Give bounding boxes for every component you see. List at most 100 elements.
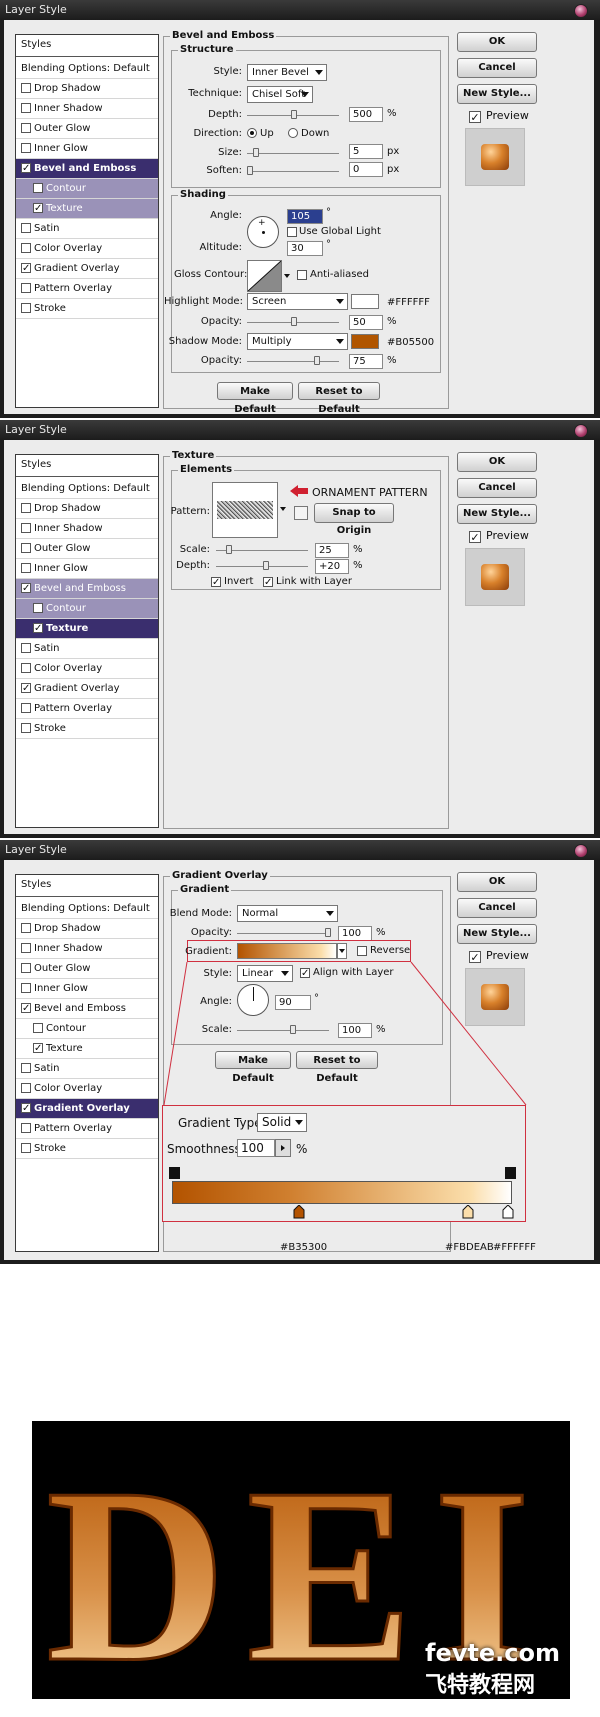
gradient-preview[interactable] xyxy=(237,943,337,959)
ok-button[interactable]: OK xyxy=(457,32,537,52)
style-item-outer-glow[interactable]: Outer Glow xyxy=(16,959,158,979)
style-checkbox[interactable] xyxy=(21,283,31,293)
style-item-pattern-overlay[interactable]: Pattern Overlay xyxy=(16,699,158,719)
style-item-pattern-overlay[interactable]: Pattern Overlay xyxy=(16,1119,158,1139)
style-checkbox[interactable] xyxy=(21,983,31,993)
style-item-texture[interactable]: ✓ Texture xyxy=(16,1039,158,1059)
style-item-blending-options-default[interactable]: Blending Options: Default xyxy=(16,59,158,79)
cancel-button[interactable]: Cancel xyxy=(457,898,537,918)
style-checkbox[interactable] xyxy=(21,563,31,573)
highlight-mode-select[interactable]: Screen xyxy=(247,293,348,310)
style-item-blending-options-default[interactable]: Blending Options: Default xyxy=(16,479,158,499)
scale-input[interactable]: 25 xyxy=(315,543,349,558)
blend-mode-select[interactable]: Normal xyxy=(237,905,338,922)
altitude-input[interactable]: 30 xyxy=(287,241,323,256)
anti-aliased-checkbox[interactable] xyxy=(297,270,307,280)
highlight-opacity-input[interactable]: 50 xyxy=(349,315,383,330)
color-stop-mid-icon[interactable] xyxy=(462,1205,474,1219)
style-item-bevel-and-emboss[interactable]: ✓ Bevel and Emboss xyxy=(16,579,158,599)
style-item-satin[interactable]: Satin xyxy=(16,639,158,659)
style-checkbox[interactable] xyxy=(21,703,31,713)
style-checkbox[interactable] xyxy=(21,103,31,113)
new-style-button[interactable]: New Style... xyxy=(457,84,537,104)
style-item-inner-glow[interactable]: Inner Glow xyxy=(16,139,158,159)
style-checkbox[interactable] xyxy=(21,1063,31,1073)
size-input[interactable]: 5 xyxy=(349,144,383,159)
depth-slider-handle[interactable] xyxy=(291,110,297,119)
close-icon[interactable] xyxy=(574,424,588,438)
highlight-color-swatch[interactable] xyxy=(351,294,379,309)
shadow-opacity-input[interactable]: 75 xyxy=(349,354,383,369)
style-checkbox[interactable]: ✓ xyxy=(21,163,31,174)
style-checkbox[interactable]: ✓ xyxy=(21,1003,31,1014)
style-checkbox[interactable] xyxy=(21,723,31,733)
style-checkbox[interactable] xyxy=(21,1083,31,1093)
global-light-checkbox[interactable] xyxy=(287,227,297,237)
style-checkbox[interactable] xyxy=(21,943,31,953)
style-checkbox[interactable] xyxy=(21,543,31,553)
opacity-input[interactable]: 100 xyxy=(338,926,372,941)
style-item-stroke[interactable]: Stroke xyxy=(16,719,158,739)
style-item-texture[interactable]: ✓ Texture xyxy=(16,199,158,219)
gloss-contour-dropdown-icon[interactable] xyxy=(284,274,290,278)
style-checkbox[interactable] xyxy=(33,183,43,193)
style-item-stroke[interactable]: Stroke xyxy=(16,1139,158,1159)
style-checkbox[interactable] xyxy=(21,143,31,153)
opacity-slider[interactable] xyxy=(237,933,329,934)
style-item-gradient-overlay[interactable]: ✓ Gradient Overlay xyxy=(16,679,158,699)
style-checkbox[interactable] xyxy=(33,603,43,613)
shadow-opacity-handle[interactable] xyxy=(314,356,320,365)
style-checkbox[interactable]: ✓ xyxy=(21,1103,31,1114)
pattern-preview[interactable] xyxy=(212,482,278,538)
style-item-inner-shadow[interactable]: Inner Shadow xyxy=(16,519,158,539)
opacity-stop-right-icon[interactable] xyxy=(505,1167,516,1179)
ok-button[interactable]: OK xyxy=(457,872,537,892)
cancel-button[interactable]: Cancel xyxy=(457,478,537,498)
soften-slider-handle[interactable] xyxy=(247,166,253,175)
gloss-contour-preview[interactable] xyxy=(247,260,282,292)
style-checkbox[interactable]: ✓ xyxy=(21,263,31,274)
style-item-bevel-and-emboss[interactable]: ✓ Bevel and Emboss xyxy=(16,999,158,1019)
style-checkbox[interactable] xyxy=(21,1123,31,1133)
style-item-color-overlay[interactable]: Color Overlay xyxy=(16,239,158,259)
style-checkbox[interactable] xyxy=(21,663,31,673)
ok-button[interactable]: OK xyxy=(457,452,537,472)
style-checkbox[interactable]: ✓ xyxy=(21,683,31,694)
style-checkbox[interactable]: ✓ xyxy=(33,203,43,214)
style-select[interactable]: Inner Bevel xyxy=(247,64,327,81)
style-item-satin[interactable]: Satin xyxy=(16,1059,158,1079)
style-item-texture[interactable]: ✓ Texture xyxy=(16,619,158,639)
style-item-styles[interactable]: Styles xyxy=(16,455,158,477)
style-checkbox[interactable] xyxy=(21,503,31,513)
style-checkbox[interactable]: ✓ xyxy=(33,623,43,634)
reverse-checkbox[interactable] xyxy=(357,946,367,956)
size-slider-handle[interactable] xyxy=(253,148,259,157)
preview-checkbox[interactable]: ✓ xyxy=(469,111,481,123)
texture-depth-slider[interactable] xyxy=(216,566,308,567)
style-checkbox[interactable] xyxy=(21,643,31,653)
shadow-mode-select[interactable]: Multiply xyxy=(247,333,348,350)
angle-input[interactable]: 105 xyxy=(287,209,323,224)
reset-default-button[interactable]: Reset to Default xyxy=(298,382,380,415)
direction-up-radio[interactable] xyxy=(247,128,257,138)
style-item-outer-glow[interactable]: Outer Glow xyxy=(16,539,158,559)
style-item-styles[interactable]: Styles xyxy=(16,35,158,57)
style-item-drop-shadow[interactable]: Drop Shadow xyxy=(16,499,158,519)
style-item-drop-shadow[interactable]: Drop Shadow xyxy=(16,79,158,99)
style-item-pattern-overlay[interactable]: Pattern Overlay xyxy=(16,279,158,299)
style-checkbox[interactable] xyxy=(21,223,31,233)
cancel-button[interactable]: Cancel xyxy=(457,58,537,78)
style-checkbox[interactable] xyxy=(21,923,31,933)
style-checkbox[interactable] xyxy=(21,303,31,313)
soften-slider[interactable] xyxy=(247,171,339,172)
texture-depth-handle[interactable] xyxy=(263,561,269,570)
close-icon[interactable] xyxy=(574,844,588,858)
style-item-bevel-and-emboss[interactable]: ✓ Bevel and Emboss xyxy=(16,159,158,179)
style-item-gradient-overlay[interactable]: ✓ Gradient Overlay xyxy=(16,259,158,279)
style-item-styles[interactable]: Styles xyxy=(16,875,158,897)
preview-checkbox[interactable]: ✓ xyxy=(469,531,481,543)
gradient-type-select[interactable]: Solid xyxy=(257,1113,307,1132)
scale-slider-handle[interactable] xyxy=(226,545,232,554)
link-layer-checkbox[interactable]: ✓ xyxy=(263,577,273,588)
style-item-inner-shadow[interactable]: Inner Shadow xyxy=(16,99,158,119)
